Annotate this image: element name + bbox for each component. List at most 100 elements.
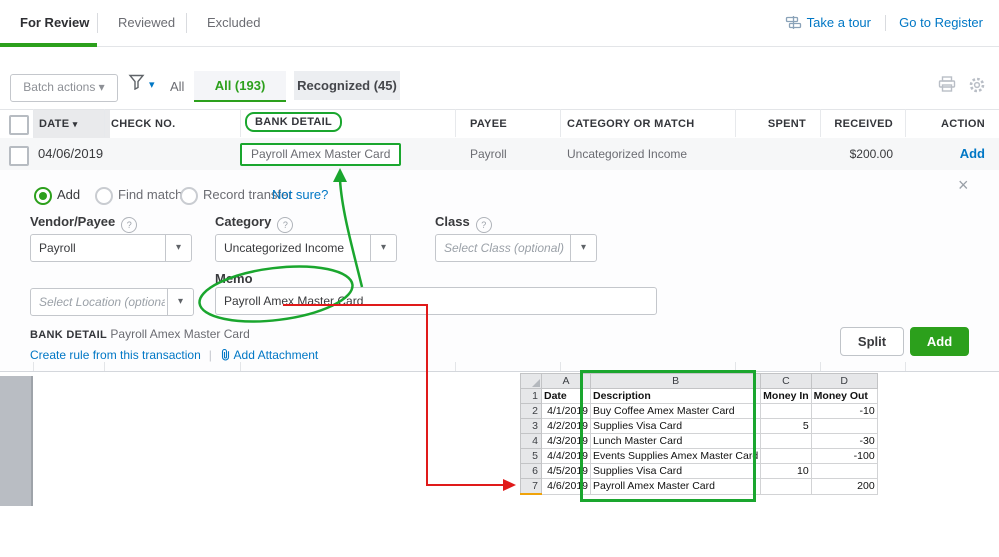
top-link-divider: [885, 15, 886, 31]
close-icon[interactable]: ×: [958, 175, 969, 196]
cell[interactable]: Money In: [761, 389, 812, 404]
column-header-action[interactable]: ACTION: [941, 110, 985, 138]
create-rule-link[interactable]: Create rule from this transaction: [30, 348, 201, 362]
cell[interactable]: 4/3/2019: [542, 434, 591, 449]
tab-for-review[interactable]: For Review: [20, 0, 89, 46]
column-header-received[interactable]: RECEIVED: [834, 110, 893, 138]
cell[interactable]: Lunch Master Card: [591, 434, 761, 449]
cell[interactable]: Buy Coffee Amex Master Card: [591, 404, 761, 419]
row-add-action[interactable]: Add: [960, 138, 985, 170]
cell[interactable]: -10: [811, 404, 877, 419]
filter-funnel-icon[interactable]: [128, 74, 146, 95]
split-button[interactable]: Split: [840, 327, 904, 356]
column-header-check-no[interactable]: CHECK NO.: [111, 110, 175, 138]
column-letter-b[interactable]: B: [591, 374, 761, 389]
find-match-radio[interactable]: [95, 187, 113, 205]
memo-label: Memo: [215, 271, 253, 286]
add-attachment-link[interactable]: Add Attachment: [234, 348, 319, 362]
row-number-7[interactable]: 7: [521, 479, 542, 495]
row-number-1[interactable]: 1: [521, 389, 542, 404]
transaction-edit-panel: × Add Find match Record transfer Not sur…: [0, 170, 999, 372]
record-transfer-radio[interactable]: [180, 187, 198, 205]
cell[interactable]: [761, 434, 812, 449]
tab-excluded[interactable]: Excluded: [207, 0, 260, 46]
go-to-register-link[interactable]: Go to Register: [899, 0, 983, 46]
cell[interactable]: 5: [761, 419, 812, 434]
category-select[interactable]: Uncategorized Income▾: [215, 234, 397, 262]
background-window-edge: [0, 376, 33, 506]
sort-caret-icon: ▾: [73, 119, 78, 129]
caret-down-icon: ▾: [570, 235, 596, 261]
select-all-checkbox[interactable]: [9, 115, 29, 135]
add-button[interactable]: Add: [910, 327, 969, 356]
review-tabbar: For Review Reviewed Excluded Take a tour…: [0, 0, 999, 47]
memo-input[interactable]: Payroll Amex Master Card: [215, 287, 657, 315]
row-payee: Payroll: [470, 138, 507, 170]
cell[interactable]: Money Out: [811, 389, 877, 404]
row-bank-detail-highlight: Payroll Amex Master Card: [240, 143, 401, 166]
help-icon[interactable]: ?: [277, 217, 293, 233]
gear-icon[interactable]: [968, 76, 986, 99]
cell[interactable]: [761, 449, 812, 464]
cell[interactable]: [761, 479, 812, 495]
cell[interactable]: 4/6/2019: [542, 479, 591, 495]
column-letter-a[interactable]: A: [542, 374, 591, 389]
take-a-tour-link[interactable]: Take a tour: [785, 0, 871, 46]
tour-icon: [785, 17, 802, 32]
bank-detail-header-highlight[interactable]: BANK DETAIL: [245, 112, 342, 132]
column-header-date[interactable]: DATE ▾: [33, 110, 110, 138]
row-number-5[interactable]: 5: [521, 449, 542, 464]
column-header-payee[interactable]: PAYEE: [470, 110, 507, 138]
category-label: Category?: [215, 214, 293, 233]
cell[interactable]: 4/1/2019: [542, 404, 591, 419]
select-all-cells[interactable]: [521, 374, 542, 389]
row-checkbox[interactable]: [9, 146, 29, 166]
help-icon[interactable]: ?: [476, 217, 492, 233]
tab-recognized-count[interactable]: Recognized (45): [294, 71, 400, 100]
add-radio[interactable]: [34, 187, 52, 205]
row-number-3[interactable]: 3: [521, 419, 542, 434]
location-select[interactable]: Select Location (optional)▾: [30, 288, 194, 316]
not-sure-link[interactable]: Not sure?: [272, 187, 328, 202]
vendor-payee-select[interactable]: Payroll▾: [30, 234, 192, 262]
tab-reviewed[interactable]: Reviewed: [118, 0, 175, 46]
cell[interactable]: 4/4/2019: [542, 449, 591, 464]
cell[interactable]: Supplies Visa Card: [591, 464, 761, 479]
column-header-spent[interactable]: SPENT: [768, 110, 806, 138]
cell[interactable]: 10: [761, 464, 812, 479]
column-header-category[interactable]: CATEGORY OR MATCH: [567, 110, 695, 138]
find-match-radio-label[interactable]: Find match: [118, 187, 182, 202]
cell[interactable]: -30: [811, 434, 877, 449]
cell[interactable]: 4/2/2019: [542, 419, 591, 434]
cell[interactable]: Date: [542, 389, 591, 404]
cell[interactable]: Events Supplies Amex Master Card: [591, 449, 761, 464]
cell[interactable]: 200: [811, 479, 877, 495]
filter-scope-label: All: [170, 79, 184, 94]
row-date: 04/06/2019: [38, 138, 103, 170]
row-received-amount: $200.00: [850, 138, 893, 170]
batch-actions-button[interactable]: Batch actions ▾: [10, 74, 118, 102]
row-number-6[interactable]: 6: [521, 464, 542, 479]
tab-all-count[interactable]: All (193): [194, 71, 286, 102]
caret-down-icon: ▾: [165, 235, 191, 261]
add-radio-label[interactable]: Add: [57, 187, 80, 202]
cell[interactable]: [811, 419, 877, 434]
cell[interactable]: Description: [591, 389, 761, 404]
class-select[interactable]: Select Class (optional)▾: [435, 234, 597, 262]
transaction-row[interactable]: 04/06/2019 Payroll Amex Master Card Payr…: [0, 138, 999, 171]
banking-for-review-page: For Review Reviewed Excluded Take a tour…: [0, 0, 999, 557]
print-icon[interactable]: [938, 76, 956, 98]
help-icon[interactable]: ?: [121, 217, 137, 233]
column-letter-d[interactable]: D: [811, 374, 877, 389]
cell[interactable]: -100: [811, 449, 877, 464]
cell[interactable]: Payroll Amex Master Card: [591, 479, 761, 495]
row-number-2[interactable]: 2: [521, 404, 542, 419]
filter-caret-icon[interactable]: ▾: [149, 78, 155, 91]
cell[interactable]: [761, 404, 812, 419]
column-letter-c[interactable]: C: [761, 374, 812, 389]
tab-divider: [186, 13, 187, 33]
row-number-4[interactable]: 4: [521, 434, 542, 449]
cell[interactable]: [811, 464, 877, 479]
cell[interactable]: 4/5/2019: [542, 464, 591, 479]
cell[interactable]: Supplies Visa Card: [591, 419, 761, 434]
